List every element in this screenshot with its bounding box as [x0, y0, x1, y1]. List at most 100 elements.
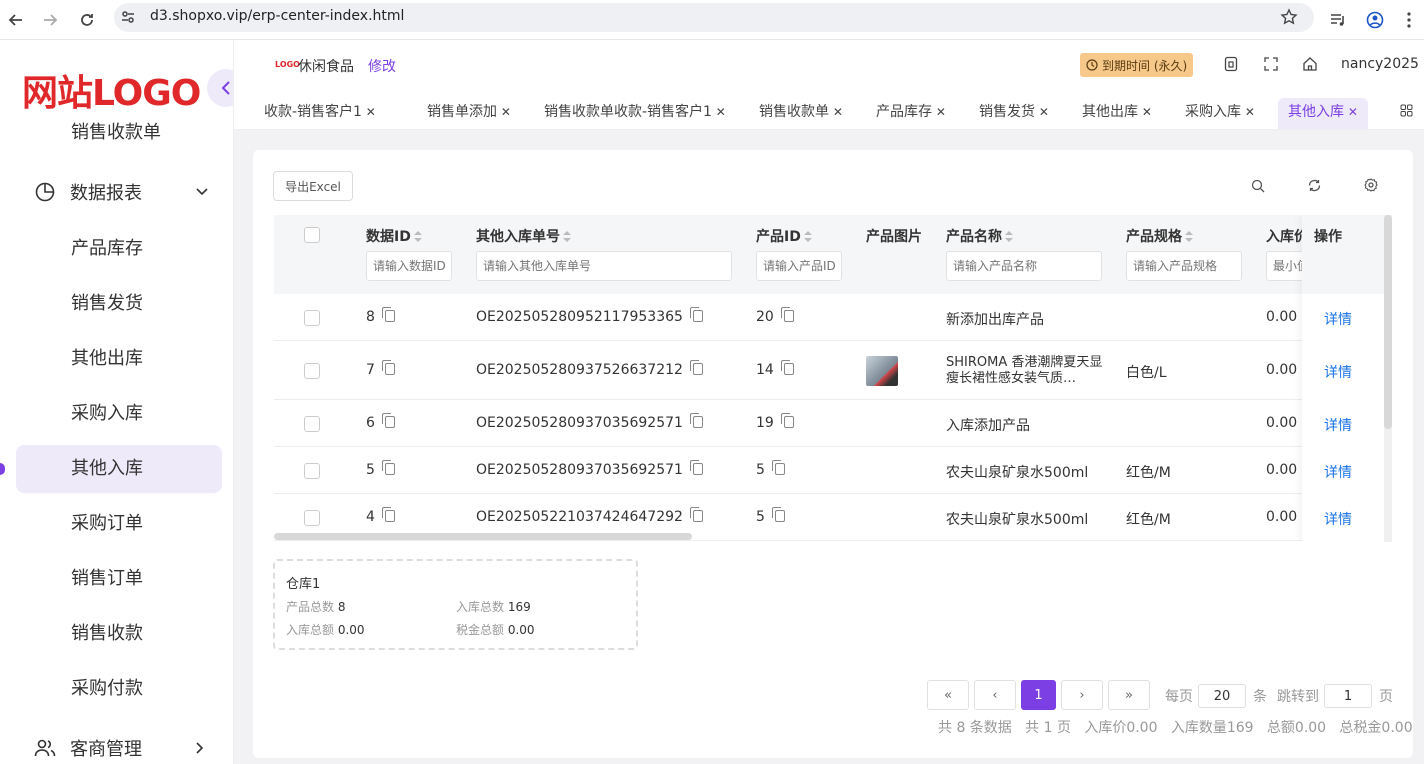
sort-icon[interactable]	[803, 231, 812, 243]
tab-item[interactable]: 销售收款单 ✕	[759, 98, 843, 129]
sort-icon[interactable]	[563, 231, 571, 243]
sidebar-item[interactable]: 销售发货	[16, 280, 222, 328]
close-icon[interactable]: ✕	[712, 105, 726, 119]
export-excel-button[interactable]: 导出Excel	[273, 171, 353, 201]
search-icon[interactable]	[1251, 179, 1265, 197]
tab-item[interactable]: 其他入库 ✕	[1278, 98, 1368, 129]
header-product-name[interactable]: 产品名称	[946, 226, 1013, 246]
sidebar-collapse-button[interactable]	[207, 69, 233, 107]
copy-icon[interactable]	[771, 507, 785, 522]
filter-data-id[interactable]	[366, 251, 452, 281]
refresh-icon[interactable]	[1307, 178, 1322, 197]
row-checkbox[interactable]	[304, 310, 320, 326]
row-checkbox[interactable]	[304, 416, 320, 432]
fullscreen-icon[interactable]	[1264, 57, 1278, 75]
close-icon[interactable]: ✕	[1035, 105, 1049, 119]
username[interactable]: nancy2025	[1341, 56, 1419, 72]
close-icon[interactable]: ✕	[829, 105, 843, 119]
header-in-price[interactable]: 入库价	[1266, 226, 1302, 246]
close-icon[interactable]: ✕	[362, 105, 376, 119]
tab-item[interactable]: 收款-销售客户1 ✕	[264, 98, 376, 129]
header-product-spec[interactable]: 产品规格	[1126, 226, 1193, 246]
sidebar-group-reports[interactable]: 数据报表	[34, 179, 208, 205]
copy-icon[interactable]	[689, 307, 703, 322]
reload-icon[interactable]	[73, 6, 101, 34]
sidebar-item[interactable]: 其他出库	[16, 335, 222, 383]
detail-link[interactable]: 详情	[1324, 309, 1352, 329]
product-thumbnail[interactable]	[866, 356, 898, 386]
edit-store-link[interactable]: 修改	[368, 56, 396, 76]
last-page-button[interactable]: »	[1108, 680, 1150, 710]
sidebar-group-customers[interactable]: 客商管理	[34, 735, 204, 761]
copy-icon[interactable]	[381, 360, 395, 375]
close-icon[interactable]: ✕	[1138, 105, 1152, 119]
sidebar-item[interactable]: 销售收款	[16, 610, 222, 658]
first-page-button[interactable]: «	[927, 680, 969, 710]
copy-icon[interactable]	[771, 460, 785, 475]
tab-item[interactable]: 采购入库 ✕	[1185, 98, 1255, 129]
tab-item[interactable]: 其他出库 ✕	[1082, 98, 1152, 129]
filter-order-no[interactable]	[476, 251, 732, 281]
tab-item[interactable]: 产品库存 ✕	[876, 98, 946, 129]
close-icon[interactable]: ✕	[1344, 105, 1358, 119]
per-page-input[interactable]	[1198, 684, 1246, 708]
copy-icon[interactable]	[381, 413, 395, 428]
filter-product-spec[interactable]	[1126, 251, 1242, 281]
header-product-id[interactable]: 产品ID	[756, 226, 812, 246]
back-icon[interactable]	[2, 6, 30, 34]
close-icon[interactable]: ✕	[932, 105, 946, 119]
sort-icon[interactable]	[1185, 231, 1193, 243]
row-checkbox[interactable]	[304, 463, 320, 479]
detail-link[interactable]: 详情	[1324, 462, 1352, 482]
row-checkbox[interactable]	[304, 363, 320, 379]
sidebar-item[interactable]: 采购入库	[16, 390, 222, 438]
detail-link[interactable]: 详情	[1324, 509, 1352, 529]
column-settings-icon[interactable]	[1364, 178, 1378, 196]
copy-icon[interactable]	[689, 507, 703, 522]
detail-link[interactable]: 详情	[1324, 362, 1352, 382]
copy-icon[interactable]	[780, 413, 794, 428]
header-data-id[interactable]: 数据ID	[366, 226, 422, 246]
tab-item[interactable]: 销售发货 ✕	[979, 98, 1049, 129]
sort-icon[interactable]	[1005, 231, 1013, 243]
next-page-button[interactable]: ›	[1061, 680, 1103, 710]
forward-icon[interactable]	[36, 6, 64, 34]
sidebar-item-sales-receipt[interactable]: 销售收款单	[16, 110, 222, 150]
select-all-checkbox[interactable]	[304, 227, 320, 243]
bookmark-star-icon[interactable]	[1275, 3, 1303, 31]
vertical-scrollbar[interactable]	[1384, 215, 1392, 429]
detail-link[interactable]: 详情	[1324, 415, 1352, 435]
copy-icon[interactable]	[689, 460, 703, 475]
close-icon[interactable]: ✕	[497, 105, 511, 119]
horizontal-scrollbar[interactable]	[274, 533, 692, 540]
copy-icon[interactable]	[780, 360, 794, 375]
media-control-icon[interactable]	[1324, 6, 1352, 34]
copy-icon[interactable]	[381, 507, 395, 522]
filter-product-id[interactable]	[756, 251, 842, 281]
header-order-no[interactable]: 其他入库单号	[476, 226, 571, 246]
sidebar-item[interactable]: 采购付款	[16, 665, 222, 713]
filter-in-price-min[interactable]	[1266, 251, 1306, 281]
store-icon[interactable]	[1224, 56, 1238, 76]
copy-icon[interactable]	[381, 307, 395, 322]
copy-icon[interactable]	[689, 360, 703, 375]
row-checkbox[interactable]	[304, 510, 320, 526]
sidebar-item[interactable]: 产品库存	[16, 225, 222, 273]
copy-icon[interactable]	[689, 413, 703, 428]
prev-page-button[interactable]: ‹	[974, 680, 1016, 710]
tab-item[interactable]: 销售收款单收款-销售客户1 ✕	[544, 98, 726, 129]
tab-grid-icon[interactable]	[1400, 104, 1413, 121]
sidebar-item[interactable]: 销售订单	[16, 555, 222, 603]
filter-product-name[interactable]	[946, 251, 1102, 281]
copy-icon[interactable]	[780, 307, 794, 322]
page-number-button[interactable]: 1	[1021, 680, 1056, 710]
sidebar-item[interactable]: 其他入库	[16, 445, 222, 493]
home-icon[interactable]	[1302, 56, 1318, 76]
copy-icon[interactable]	[381, 460, 395, 475]
sort-icon[interactable]	[413, 231, 422, 243]
goto-page-input[interactable]	[1324, 684, 1372, 708]
close-icon[interactable]: ✕	[1241, 105, 1255, 119]
site-settings-icon[interactable]	[114, 3, 142, 31]
profile-icon[interactable]	[1361, 6, 1389, 34]
tab-item[interactable]: 销售单添加 ✕	[427, 98, 511, 129]
